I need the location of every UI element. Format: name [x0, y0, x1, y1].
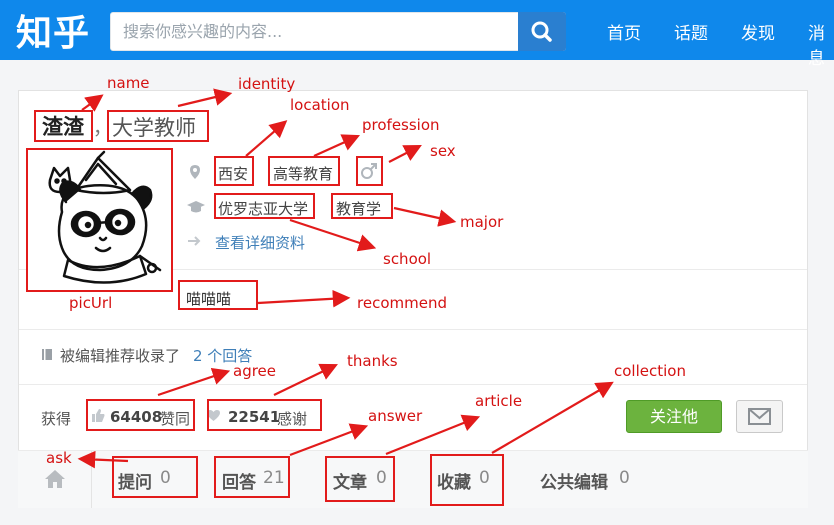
- annotation-identity: identity: [238, 75, 296, 93]
- annotation-article: article: [475, 392, 523, 410]
- annotation-thanks: thanks: [347, 352, 398, 370]
- annotation-name: name: [107, 74, 150, 92]
- annotation-profession: profession: [362, 116, 440, 134]
- annotation-ask: ask: [46, 449, 72, 467]
- annotation-sex: sex: [430, 142, 456, 160]
- annotation-picurl: picUrl: [69, 294, 113, 312]
- annotation-collection: collection: [614, 362, 686, 380]
- annotation-recommend: recommend: [357, 294, 447, 312]
- annotation-agree: agree: [233, 362, 277, 380]
- annotation-major: major: [460, 213, 504, 231]
- annotation-location: location: [290, 96, 350, 114]
- annotation-answer: answer: [368, 407, 423, 425]
- annotation-school: school: [383, 250, 432, 268]
